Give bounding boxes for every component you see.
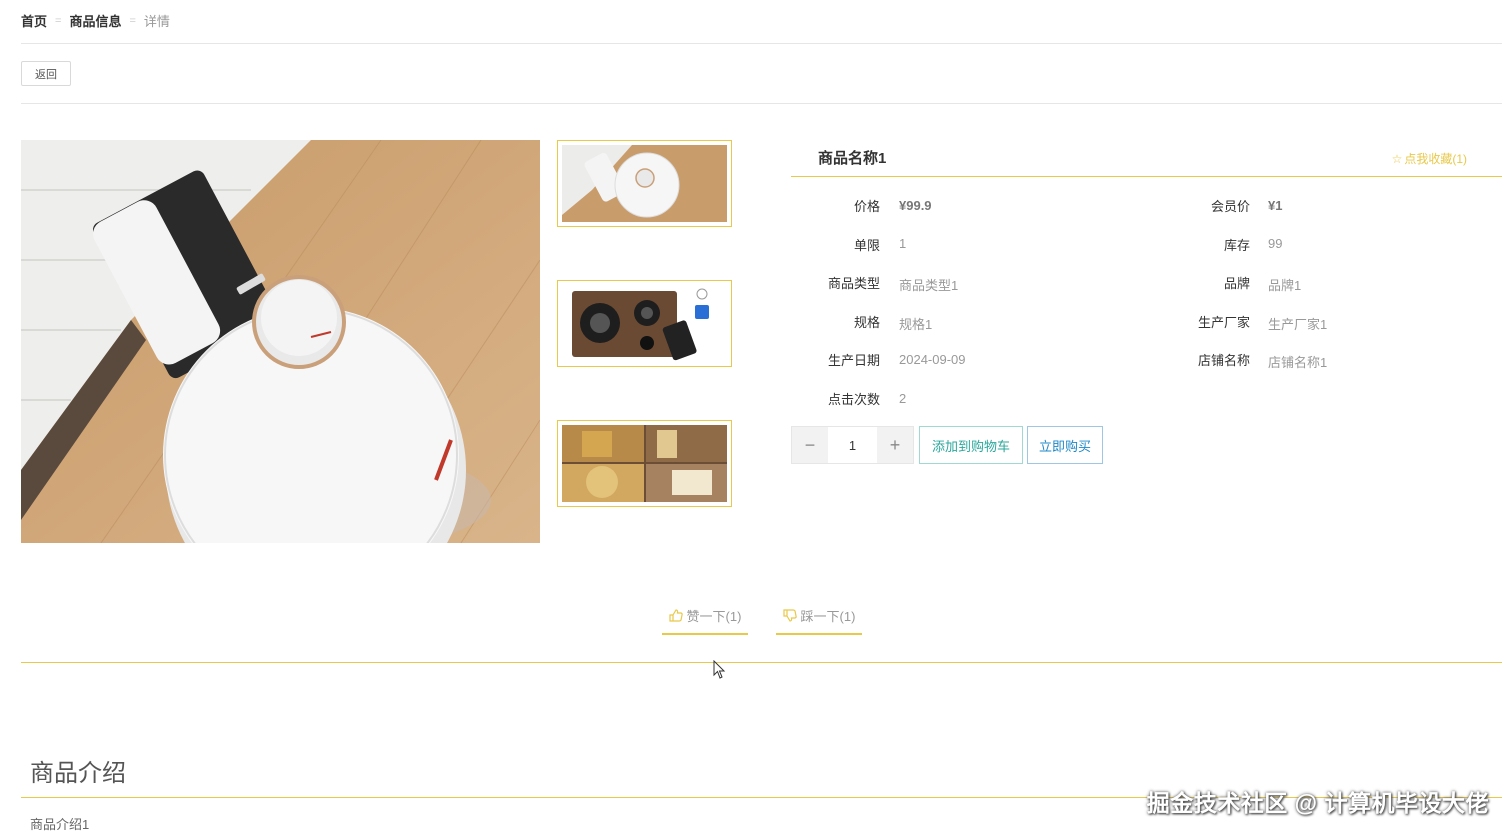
thumbnail-2[interactable] (557, 280, 732, 367)
type-label: 商品类型 (827, 276, 880, 291)
breadcrumb: 首页 = 商品信息 = 详情 (21, 11, 170, 30)
date-value: 2024-09-09 (899, 352, 966, 367)
like-label: 赞一下(1) (686, 609, 742, 624)
vote-divider (21, 662, 1502, 663)
brand-label: 品牌 (1223, 276, 1250, 291)
favorite-button[interactable]: ☆ 点我收藏(1) (1392, 150, 1467, 167)
price-label: 价格 (853, 199, 880, 214)
spec-label: 规格 (853, 315, 880, 330)
stock-value: 99 (1268, 236, 1283, 251)
type-value: 商品类型1 (899, 278, 959, 293)
thumbnail-1[interactable] (557, 140, 732, 227)
price-value: ¥99.9 (899, 198, 932, 213)
breadcrumb-separator: = (129, 14, 136, 27)
thumbs-down-icon (782, 609, 797, 622)
dislike-button[interactable]: 踩一下(1) (776, 606, 862, 635)
divider (21, 43, 1502, 44)
breadcrumb-section-link[interactable]: 商品信息 (69, 11, 121, 30)
mouse-cursor-icon (713, 660, 726, 679)
back-button[interactable]: 返回 (21, 61, 71, 86)
decrease-button[interactable]: − (792, 427, 828, 463)
quantity-input[interactable]: 1 (828, 427, 877, 463)
shop-value: 店铺名称1 (1268, 355, 1328, 370)
thumbs-up-icon (668, 609, 683, 622)
quantity-stepper: − 1 + (791, 426, 914, 464)
clicks-value: 2 (899, 391, 907, 406)
add-to-cart-button[interactable]: 添加到购物车 (919, 426, 1023, 464)
shop-label: 店铺名称 (1197, 353, 1250, 368)
increase-button[interactable]: + (877, 427, 913, 463)
main-product-image[interactable] (21, 140, 540, 543)
breadcrumb-current: 详情 (143, 14, 170, 29)
like-button[interactable]: 赞一下(1) (662, 606, 748, 635)
brand-value: 品牌1 (1268, 278, 1302, 293)
product-name: 商品名称1 (818, 150, 887, 167)
limit-label: 单限 (853, 238, 880, 253)
info-divider (791, 176, 1502, 177)
intro-title: 商品介绍 (30, 760, 126, 787)
dislike-label: 踩一下(1) (800, 609, 856, 624)
limit-value: 1 (899, 236, 907, 251)
maker-value: 生产厂家1 (1268, 317, 1328, 332)
clicks-label: 点击次数 (827, 392, 880, 407)
breadcrumb-home-link[interactable]: 首页 (21, 11, 47, 30)
breadcrumb-separator: = (55, 14, 62, 27)
stock-label: 库存 (1223, 238, 1250, 253)
thumbnail-3[interactable] (557, 420, 732, 507)
favorite-label: 点我收藏(1) (1404, 152, 1467, 166)
date-label: 生产日期 (827, 353, 880, 368)
divider (21, 103, 1502, 104)
star-icon: ☆ (1391, 151, 1403, 166)
maker-label: 生产厂家 (1197, 315, 1250, 330)
member-price-label: 会员价 (1210, 199, 1250, 214)
intro-text: 商品介绍1 (30, 817, 90, 832)
spec-value: 规格1 (899, 317, 933, 332)
watermark: 掘金技术社区 @ 计算机毕设大佬 (1146, 790, 1489, 816)
buy-now-button[interactable]: 立即购买 (1027, 426, 1103, 464)
member-price-value: ¥1 (1268, 198, 1283, 213)
